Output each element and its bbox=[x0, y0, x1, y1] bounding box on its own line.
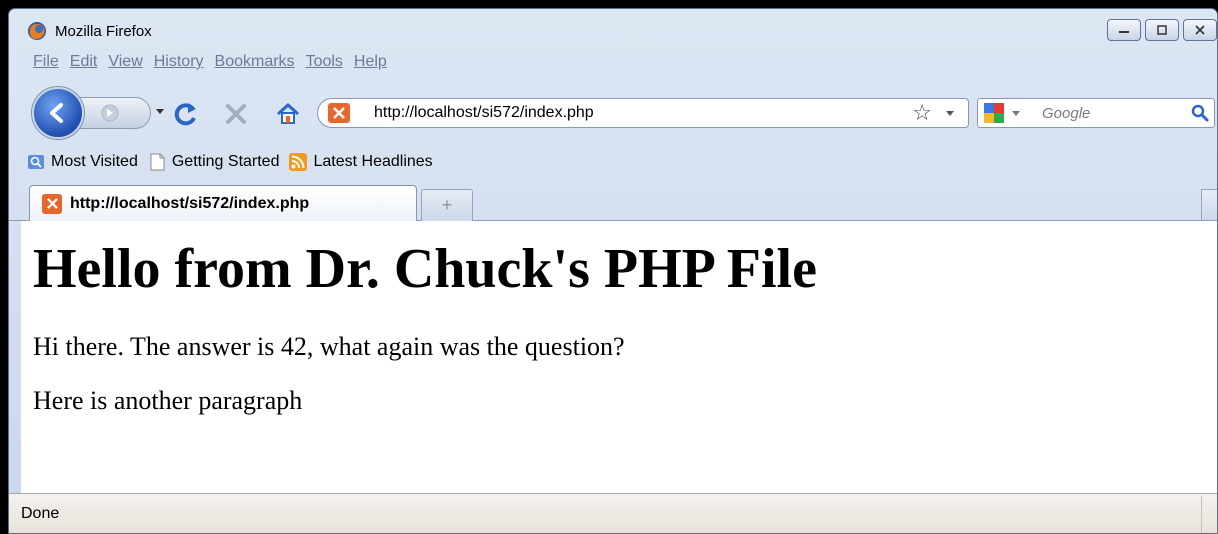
url-text[interactable]: http://localhost/si572/index.php bbox=[374, 104, 594, 122]
home-icon[interactable] bbox=[275, 101, 301, 127]
menu-file[interactable]: File bbox=[33, 53, 59, 77]
status-bar: Done bbox=[9, 493, 1217, 533]
history-dropdown[interactable] bbox=[156, 109, 164, 114]
bookmark-star-icon[interactable]: ☆ bbox=[912, 101, 932, 125]
tab-label: http://localhost/si572/index.php bbox=[70, 194, 310, 212]
minimize-icon bbox=[1119, 31, 1129, 33]
menu-history[interactable]: History bbox=[154, 53, 204, 77]
new-tab-button[interactable]: + bbox=[421, 189, 473, 221]
maximize-button[interactable] bbox=[1145, 19, 1179, 41]
bookmarks-toolbar: Most Visited Getting Started Latest Head… bbox=[9, 145, 1217, 179]
window-controls bbox=[1107, 19, 1217, 41]
search-engine-dropdown[interactable] bbox=[1012, 111, 1020, 116]
bookmark-most-visited[interactable]: Most Visited bbox=[27, 153, 138, 171]
bookmark-label: Getting Started bbox=[171, 153, 280, 170]
menu-edit[interactable]: Edit bbox=[70, 53, 98, 77]
close-icon bbox=[1195, 25, 1205, 35]
menu-bookmarks[interactable]: Bookmarks bbox=[215, 53, 295, 77]
stop-icon[interactable] bbox=[223, 101, 249, 127]
status-text: Done bbox=[21, 505, 60, 522]
minimize-button[interactable] bbox=[1107, 19, 1141, 41]
bookmark-label: Latest Headlines bbox=[313, 153, 433, 170]
back-button[interactable] bbox=[32, 87, 84, 139]
page-content: Hello from Dr. Chuck's PHP File Hi there… bbox=[21, 221, 1217, 493]
bookmark-getting-started[interactable]: Getting Started bbox=[148, 153, 280, 171]
firefox-icon bbox=[28, 22, 46, 40]
xampp-icon bbox=[42, 193, 62, 214]
title-bar: Mozilla Firefox bbox=[9, 9, 1217, 49]
rss-icon bbox=[289, 153, 308, 171]
back-arrow-icon bbox=[50, 103, 63, 123]
search-bar[interactable]: Google bbox=[977, 98, 1215, 128]
paragraph: Here is another paragraph bbox=[33, 386, 303, 415]
browser-window: Mozilla Firefox File Edit View History B… bbox=[8, 8, 1218, 534]
tab-active[interactable]: http://localhost/si572/index.php bbox=[29, 185, 417, 221]
navigation-toolbar: http://localhost/si572/index.php ☆ Googl… bbox=[9, 79, 1217, 145]
google-icon[interactable] bbox=[984, 103, 1004, 123]
menu-bar: File Edit View History Bookmarks Tools H… bbox=[9, 53, 387, 77]
page-heading: Hello from Dr. Chuck's PHP File bbox=[33, 238, 817, 300]
maximize-icon bbox=[1157, 25, 1167, 35]
reload-icon[interactable] bbox=[173, 101, 199, 127]
xampp-icon bbox=[328, 103, 350, 123]
menu-view[interactable]: View bbox=[108, 53, 142, 77]
bookmark-label: Most Visited bbox=[51, 153, 138, 170]
forward-arrow-icon bbox=[101, 104, 119, 122]
search-input[interactable]: Google bbox=[1042, 105, 1090, 122]
search-folder-icon bbox=[28, 155, 44, 169]
window-title: Mozilla Firefox bbox=[55, 23, 152, 40]
plus-icon: + bbox=[441, 195, 453, 215]
magnifier-icon[interactable] bbox=[1190, 103, 1210, 123]
url-dropdown[interactable] bbox=[946, 111, 954, 116]
url-bar[interactable]: http://localhost/si572/index.php ☆ bbox=[317, 98, 969, 128]
menu-tools[interactable]: Tools bbox=[306, 53, 343, 77]
resize-grip[interactable] bbox=[1201, 496, 1217, 533]
tab-list-button[interactable] bbox=[1201, 189, 1217, 221]
menu-help[interactable]: Help bbox=[354, 53, 387, 77]
close-button[interactable] bbox=[1183, 19, 1217, 41]
tab-strip: http://localhost/si572/index.php + bbox=[9, 179, 1217, 221]
paragraph: Hi there. The answer is 42, what again w… bbox=[33, 332, 625, 361]
page-icon bbox=[150, 153, 165, 171]
bookmark-latest-headlines[interactable]: Latest Headlines bbox=[289, 153, 433, 171]
forward-button[interactable] bbox=[77, 97, 151, 129]
